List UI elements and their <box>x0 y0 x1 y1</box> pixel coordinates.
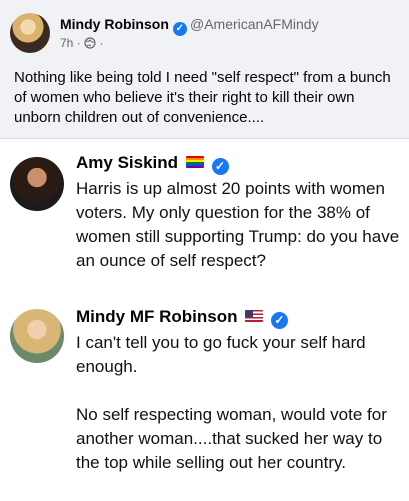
quoted-text-2-paragraph-1: I can't tell you to go fuck your self ha… <box>76 333 366 376</box>
post-time[interactable]: 7h <box>60 36 73 50</box>
quoted-author-1-name: Amy Siskind <box>76 153 179 172</box>
quoted-text-2-paragraph-2: No self respecting woman, would vote for… <box>76 405 387 472</box>
post-header: Mindy Robinson ✓ @AmericanAFMindy 7h · · <box>0 0 409 62</box>
meta-separator: · <box>76 36 81 50</box>
amy-siskind-avatar <box>10 157 64 211</box>
author-name-text[interactable]: Mindy Robinson <box>60 16 169 32</box>
meta-separator-2: · <box>99 36 104 50</box>
post-meta: 7h · · <box>60 36 103 50</box>
rainbow-flag-icon <box>185 156 204 168</box>
quoted-author-2-name: Mindy MF Robinson <box>76 307 238 326</box>
quoted-text-2: I can't tell you to go fuck your self ha… <box>76 331 401 475</box>
post-text: Nothing like being told I need "self res… <box>14 69 391 126</box>
mindy-mf-robinson-avatar <box>10 309 64 363</box>
author-avatar[interactable] <box>10 13 50 53</box>
quoted-author-2: Mindy MF Robinson ✓ <box>76 307 288 329</box>
author-handle[interactable]: @AmericanAFMindy <box>190 16 319 32</box>
quoted-author-1: Amy Siskind ✓ <box>76 153 229 175</box>
verified-badge-icon: ✓ <box>211 158 229 175</box>
verified-badge-icon: ✓ <box>270 312 288 329</box>
us-flag-icon <box>245 310 264 322</box>
quoted-screenshot: Amy Siskind ✓ Harris is up almost 20 poi… <box>0 138 409 501</box>
public-globe-icon <box>84 37 96 49</box>
verified-badge-icon: ✓ <box>172 22 187 36</box>
quoted-text-1: Harris is up almost 20 points with women… <box>76 179 400 270</box>
author-name[interactable]: Mindy Robinson ✓ <box>60 16 187 36</box>
